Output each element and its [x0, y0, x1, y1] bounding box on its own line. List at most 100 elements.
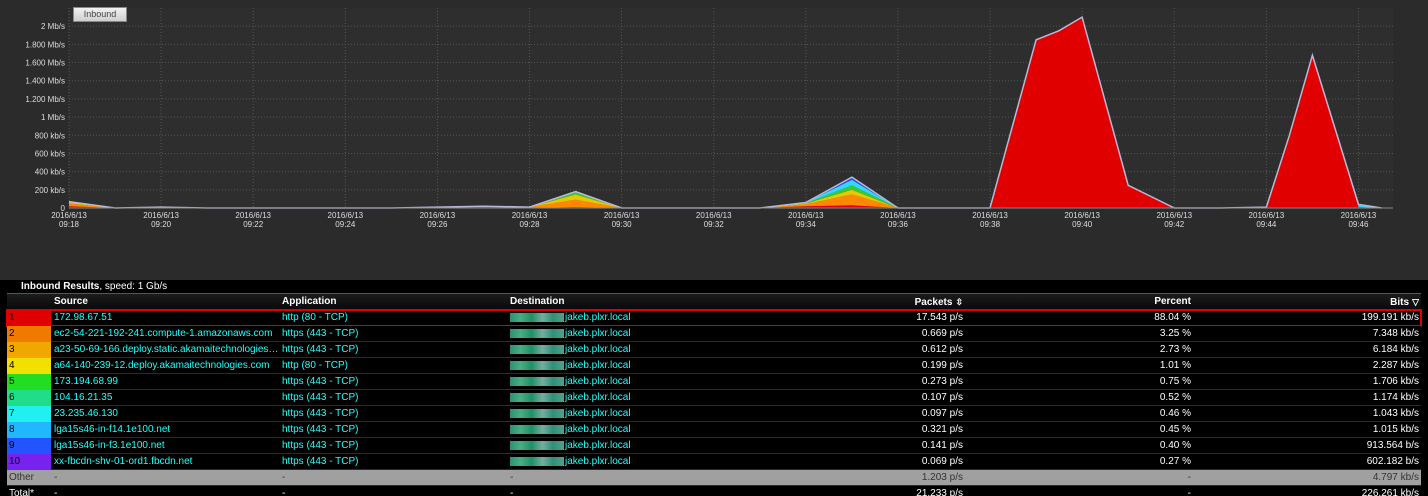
row-destination[interactable]: jakeb.plxr.local	[510, 326, 710, 342]
x-tick-date: 2016/6/13	[972, 211, 1008, 220]
row-destination-host: jakeb.plxr.local	[565, 312, 631, 323]
row-destination[interactable]: jakeb.plxr.local	[510, 374, 710, 390]
other-row: Other - - - 1.203 p/s - 4.797 kb/s	[7, 470, 1421, 486]
table-body: 1 172.98.67.51 http (80 - TCP) jakeb.plxr.l…	[6, 309, 1422, 496]
row-application[interactable]: https (443 - TCP)	[282, 422, 507, 438]
row-percent: 0.75 %	[1159, 376, 1191, 387]
other-row-packets: 1.203 p/s	[921, 472, 963, 483]
row-application[interactable]: http (80 - TCP)	[282, 358, 507, 374]
row-application[interactable]: https (443 - TCP)	[282, 326, 507, 342]
row-percent: 3.25 %	[1159, 328, 1191, 339]
plot-area	[69, 8, 1393, 208]
y-tick-label: 1 Mb/s	[41, 113, 65, 122]
table-row[interactable]: 8 lga15s46-in-f14.1e100.net https (443 - T…	[7, 422, 1421, 438]
row-destination[interactable]: jakeb.plxr.local	[510, 438, 710, 454]
row-destination[interactable]: jakeb.plxr.local	[510, 422, 710, 438]
table-row[interactable]: 10 xx-fbcdn-shv-01-ord1.fbcdn.net https (4…	[7, 454, 1421, 470]
row-percent: 0.52 %	[1159, 392, 1191, 403]
row-source[interactable]: ec2-54-221-192-241.compute-1.amazonaws.c…	[54, 326, 280, 342]
results-title-bold: Inbound Results	[21, 281, 100, 292]
row-source[interactable]: 23.235.46.130	[54, 406, 280, 422]
table-row[interactable]: 4 a64-140-239-12.deploy.akamaitechnologie…	[7, 358, 1421, 374]
row-application[interactable]: https (443 - TCP)	[282, 454, 507, 470]
inbound-legend-button[interactable]: Inbound	[73, 7, 127, 22]
y-tick-label: 200 kb/s	[35, 186, 65, 195]
row-percent: 0.27 %	[1159, 456, 1191, 467]
redacted-hostname	[510, 440, 564, 450]
row-destination[interactable]: jakeb.plxr.local	[510, 342, 710, 358]
row-packets: 0.199 p/s	[921, 360, 963, 371]
other-row-label: Other	[9, 472, 35, 483]
total-row-destination: -	[510, 488, 514, 496]
header-source[interactable]: Source	[54, 294, 280, 310]
table-row[interactable]: 5 173.194.68.99 https (443 - TCP) jakeb.plx…	[7, 374, 1421, 390]
row-source[interactable]: lga15s46-in-f14.1e100.net	[54, 422, 280, 438]
x-tick-date: 2016/6/13	[420, 211, 456, 220]
row-rank-swatch: 2	[7, 326, 51, 342]
row-application[interactable]: https (443 - TCP)	[282, 438, 507, 454]
row-source[interactable]: 173.194.68.99	[54, 374, 280, 390]
x-tick-date: 2016/6/13	[1249, 211, 1285, 220]
x-tick-date: 2016/6/13	[143, 211, 179, 220]
redacted-hostname	[510, 328, 564, 338]
table-row[interactable]: 6 104.16.21.35 https (443 - TCP) jakeb.plxr…	[7, 390, 1421, 406]
redacted-hostname	[510, 344, 564, 354]
x-tick-date: 2016/6/13	[788, 211, 824, 220]
x-tick-time: 09:24	[335, 220, 356, 229]
row-application[interactable]: https (443 - TCP)	[282, 390, 507, 406]
row-packets: 0.107 p/s	[921, 392, 963, 403]
y-tick-label: 800 kb/s	[35, 131, 65, 140]
x-tick-date: 2016/6/13	[1156, 211, 1192, 220]
row-source[interactable]: a23-50-69-166.deploy.static.akamaitechno…	[54, 342, 280, 358]
row-packets: 0.273 p/s	[921, 376, 963, 387]
table-row[interactable]: 9 lga15s46-in-f3.1e100.net https (443 - TC…	[7, 438, 1421, 454]
row-rank-swatch: 3	[7, 342, 51, 358]
header-bits[interactable]: Bits ▽	[1197, 294, 1419, 311]
row-packets: 0.321 p/s	[921, 424, 963, 435]
row-destination[interactable]: jakeb.plxr.local	[510, 310, 710, 326]
table-row[interactable]: 1 172.98.67.51 http (80 - TCP) jakeb.plxr.l…	[6, 309, 1422, 327]
x-tick-date: 2016/6/13	[328, 211, 364, 220]
row-application[interactable]: http (80 - TCP)	[282, 310, 507, 326]
results-title: Inbound Results, speed: 1 Gb/s	[21, 281, 167, 292]
x-tick-date: 2016/6/13	[696, 211, 732, 220]
other-row-source: -	[54, 472, 58, 483]
row-percent: 0.46 %	[1159, 408, 1191, 419]
row-destination[interactable]: jakeb.plxr.local	[510, 390, 710, 406]
row-source[interactable]: xx-fbcdn-shv-01-ord1.fbcdn.net	[54, 454, 280, 470]
row-destination-host: jakeb.plxr.local	[565, 456, 631, 467]
row-source[interactable]: 104.16.21.35	[54, 390, 280, 406]
header-destination[interactable]: Destination	[510, 294, 710, 310]
row-destination[interactable]: jakeb.plxr.local	[510, 358, 710, 374]
row-application[interactable]: https (443 - TCP)	[282, 406, 507, 422]
row-destination[interactable]: jakeb.plxr.local	[510, 454, 710, 470]
row-application[interactable]: https (443 - TCP)	[282, 374, 507, 390]
row-source[interactable]: a64-140-239-12.deploy.akamaitechnologies…	[54, 358, 280, 374]
x-tick-date: 2016/6/13	[880, 211, 916, 220]
y-tick-label: 1.600 Mb/s	[25, 59, 65, 68]
total-row-label: Total*	[9, 488, 35, 496]
row-destination-host: jakeb.plxr.local	[565, 408, 631, 419]
header-packets[interactable]: Packets ⇳	[767, 294, 963, 311]
header-application[interactable]: Application	[282, 294, 507, 310]
total-row-percent: -	[1187, 488, 1191, 496]
x-tick-time: 09:22	[243, 220, 264, 229]
y-tick-label: 600 kb/s	[35, 149, 65, 158]
row-source[interactable]: 172.98.67.51	[54, 310, 280, 326]
row-source[interactable]: lga15s46-in-f3.1e100.net	[54, 438, 280, 454]
row-application[interactable]: https (443 - TCP)	[282, 342, 507, 358]
header-percent[interactable]: Percent	[967, 294, 1191, 310]
row-percent: 2.73 %	[1159, 344, 1191, 355]
row-percent: 0.45 %	[1159, 424, 1191, 435]
table-row[interactable]: 7 23.235.46.130 https (443 - TCP) jakeb.plx…	[7, 406, 1421, 422]
x-tick-time: 09:30	[612, 220, 633, 229]
row-bits: 1.015 kb/s	[1372, 424, 1419, 435]
row-destination[interactable]: jakeb.plxr.local	[510, 406, 710, 422]
total-row: Total* - - - 21.233 p/s - 226.261 kb/s	[7, 486, 1421, 496]
x-tick-time: 09:38	[980, 220, 1001, 229]
row-bits: 913.564 b/s	[1366, 440, 1419, 451]
table-row[interactable]: 2 ec2-54-221-192-241.compute-1.amazonaws.…	[7, 326, 1421, 342]
table-row[interactable]: 3 a23-50-69-166.deploy.static.akamaitechn…	[7, 342, 1421, 358]
row-destination-host: jakeb.plxr.local	[565, 440, 631, 451]
row-bits: 2.287 kb/s	[1372, 360, 1419, 371]
